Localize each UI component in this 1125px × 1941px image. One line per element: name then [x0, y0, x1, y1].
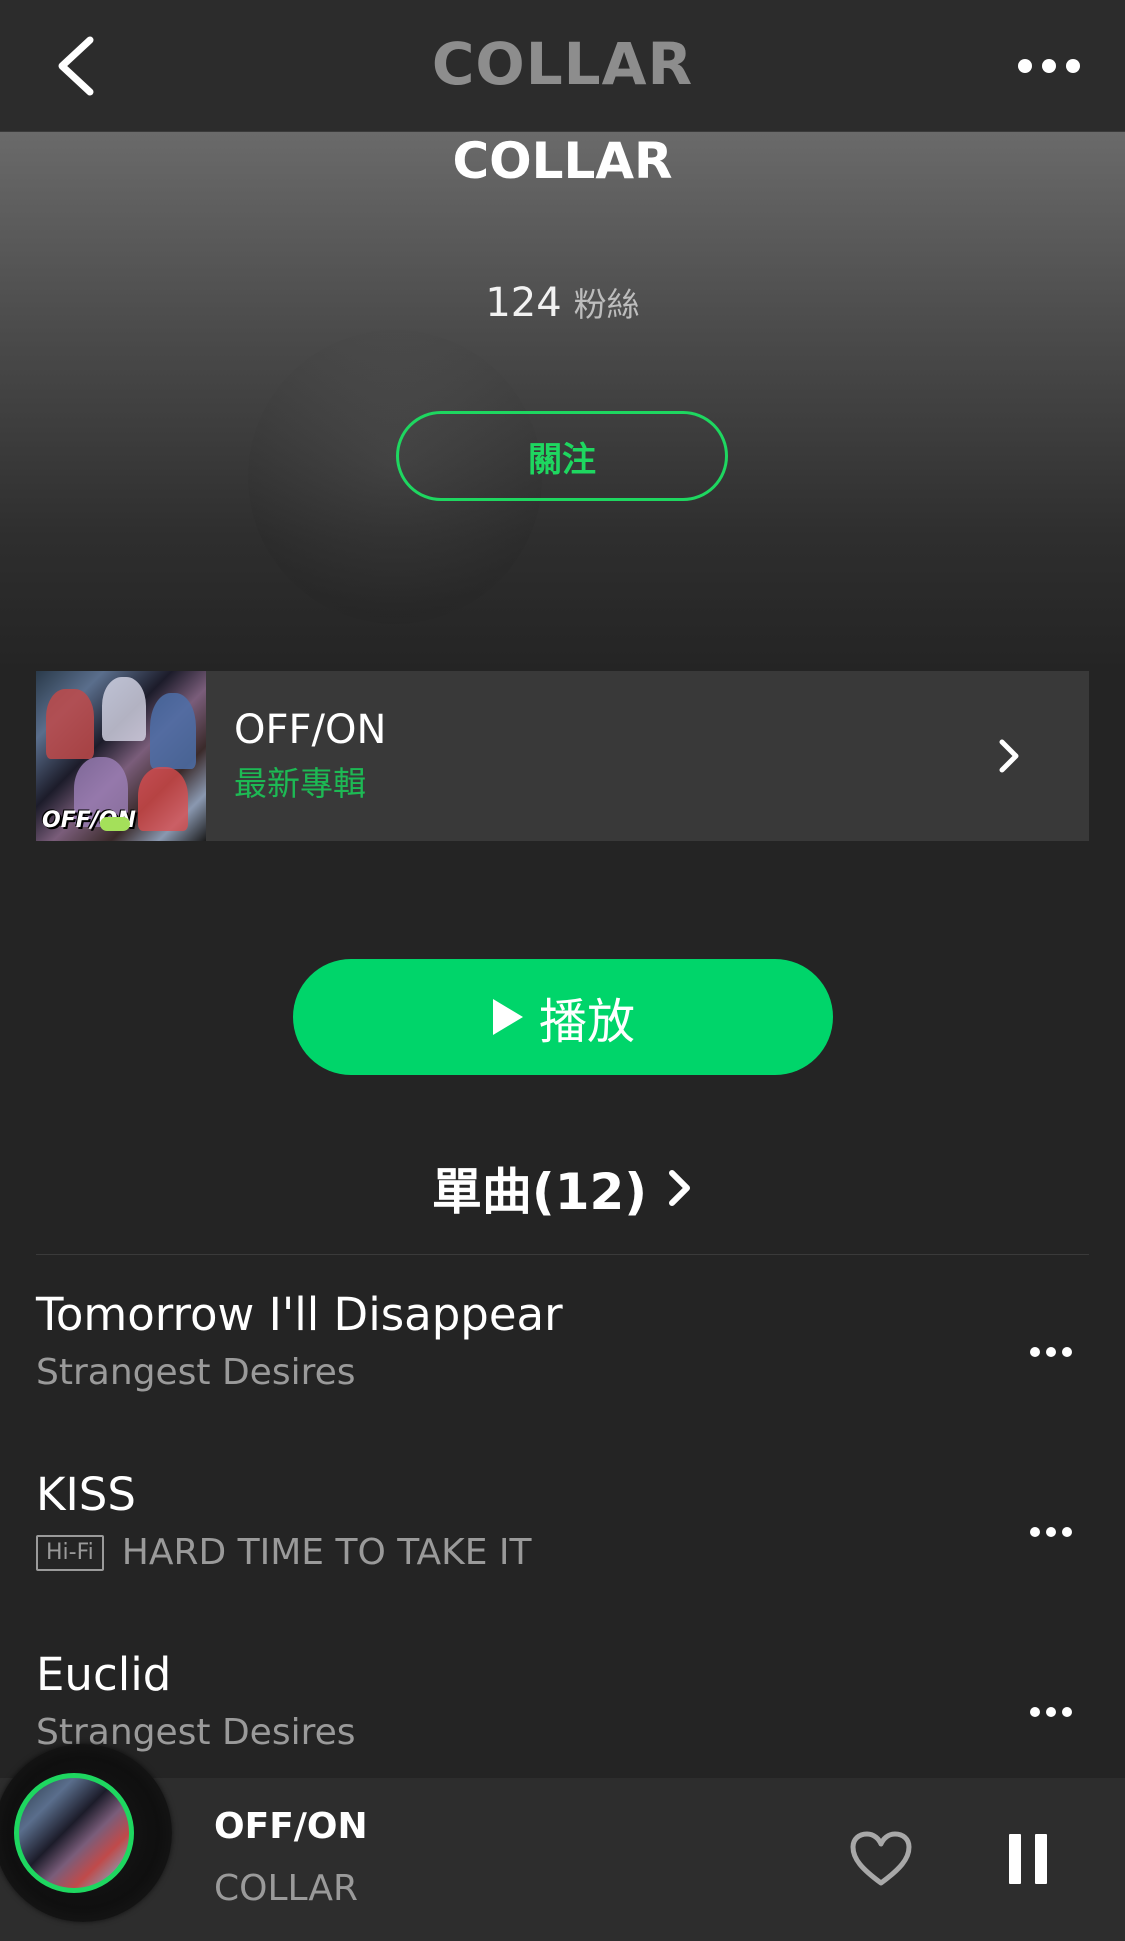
track-more-button[interactable]	[1021, 1322, 1081, 1382]
like-button[interactable]	[846, 1826, 916, 1892]
track-album: Strangest Desires	[36, 1352, 356, 1393]
player-track-title: OFF/ON	[214, 1806, 368, 1847]
divider	[36, 1254, 1089, 1255]
page-title: COLLAR	[431, 30, 694, 98]
singles-title: 單曲(12)	[431, 1163, 648, 1221]
track-more-button[interactable]	[1021, 1682, 1081, 1742]
singles-header[interactable]: 單曲(12)	[0, 1148, 1125, 1228]
fans-label: 粉絲	[573, 285, 640, 324]
track-subtitle: Strangest Desires	[36, 1352, 356, 1393]
album-cover: OFF/ON	[36, 671, 206, 841]
track-title: Tomorrow I'll Disappear	[36, 1288, 563, 1341]
play-all-button[interactable]: 播放	[293, 959, 833, 1075]
more-options-button[interactable]	[1009, 36, 1089, 96]
album-subtitle: 最新專輯	[234, 764, 366, 803]
fans-count: 124	[485, 280, 562, 326]
album-info: OFF/ON 最新專輯	[206, 707, 969, 805]
track-title: KISS	[36, 1468, 136, 1521]
track-row[interactable]: KISS Hi-Fi HARD TIME TO TAKE IT	[0, 1456, 1125, 1636]
play-icon	[492, 999, 523, 1035]
hifi-badge: Hi-Fi	[36, 1534, 104, 1571]
more-horizontal-icon	[1018, 59, 1080, 73]
chevron-right-icon	[999, 739, 1019, 773]
pause-button[interactable]	[998, 1826, 1058, 1892]
more-horizontal-icon	[1030, 1707, 1072, 1717]
mini-player[interactable]	[0, 1778, 1125, 1941]
more-horizontal-icon	[1030, 1347, 1072, 1357]
heart-icon	[850, 1831, 912, 1886]
fans-count-row: 124 粉絲	[0, 278, 1125, 326]
play-label: 播放	[538, 994, 635, 1050]
player-artist: COLLAR	[214, 1868, 359, 1909]
latest-album-card[interactable]: OFF/ON OFF/ON 最新專輯	[36, 671, 1089, 841]
more-horizontal-icon	[1030, 1527, 1072, 1537]
top-bar: COLLAR	[0, 0, 1125, 132]
pause-icon	[1009, 1834, 1021, 1884]
follow-button[interactable]: 關注	[396, 411, 728, 501]
track-subtitle: Hi-Fi HARD TIME TO TAKE IT	[36, 1532, 532, 1573]
artist-header: COLLAR 124 粉絲 關注	[0, 132, 1125, 672]
track-more-button[interactable]	[1021, 1502, 1081, 1562]
album-chevron	[969, 716, 1049, 796]
track-title: Euclid	[36, 1648, 172, 1701]
track-album: HARD TIME TO TAKE IT	[121, 1532, 532, 1573]
artist-name: COLLAR	[452, 132, 673, 190]
chevron-right-icon	[669, 1170, 691, 1206]
track-row[interactable]: Tomorrow I'll Disappear Strangest Desire…	[0, 1276, 1125, 1456]
now-playing-artwork	[14, 1773, 134, 1893]
album-title: OFF/ON	[234, 707, 387, 753]
